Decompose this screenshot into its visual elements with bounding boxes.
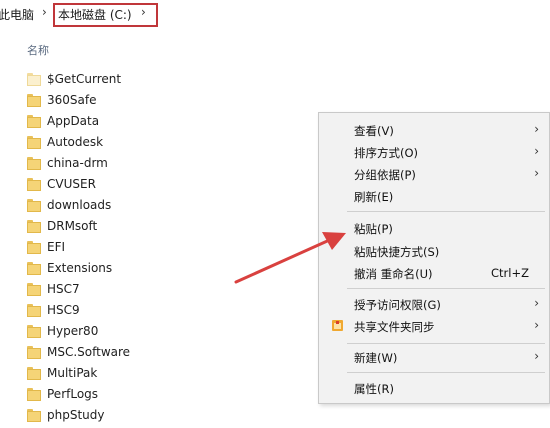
file-name: phpStudy	[47, 408, 105, 422]
file-name: MultiPak	[47, 366, 98, 380]
folder-icon	[27, 304, 41, 317]
file-name: downloads	[47, 198, 112, 212]
column-header-name[interactable]: 名称	[27, 42, 49, 58]
list-item[interactable]: CVUSER	[27, 175, 297, 196]
folder-icon	[27, 136, 41, 149]
sync-folder-icon	[332, 320, 343, 331]
menu-item-label: 查看(V)	[354, 124, 394, 138]
menu-divider	[347, 372, 545, 373]
file-name: $GetCurrent	[47, 72, 122, 86]
context-menu: 查看(V) › 排序方式(O) › 分组依据(P) › 刷新(E) 粘贴(P) …	[318, 112, 550, 404]
menu-item-label: 分组依据(P)	[354, 168, 416, 182]
folder-icon	[27, 367, 41, 380]
file-name: HSC7	[47, 282, 80, 296]
chevron-right-icon: ›	[534, 296, 539, 310]
folder-icon	[27, 220, 41, 233]
folder-icon	[27, 262, 41, 275]
menu-item-label: 刷新(E)	[354, 190, 394, 204]
list-item[interactable]: MultiPak	[27, 364, 297, 385]
breadcrumb-local-disk[interactable]: 本地磁盘 (C:)	[58, 6, 132, 23]
file-name: china-drm	[47, 156, 108, 170]
file-name: Extensions	[47, 261, 113, 275]
file-name: Autodesk	[47, 135, 104, 149]
folder-icon	[27, 346, 41, 359]
folder-icon	[27, 157, 41, 170]
menu-item-label: 属性(R)	[354, 382, 394, 396]
folder-icon	[27, 283, 41, 296]
list-item[interactable]: MSC.Software	[27, 343, 297, 364]
chevron-right-icon: ›	[534, 318, 539, 332]
menu-item-label: 排序方式(O)	[354, 146, 419, 160]
list-item[interactable]: downloads	[27, 196, 297, 217]
menu-item-view[interactable]: 查看(V) ›	[319, 119, 549, 141]
chevron-right-icon: ›	[534, 122, 539, 136]
menu-item-give-access[interactable]: 授予访问权限(G) ›	[319, 293, 549, 315]
list-item[interactable]: EFI	[27, 238, 297, 259]
list-item[interactable]: $GetCurrent	[27, 70, 297, 91]
menu-item-sort-by[interactable]: 排序方式(O) ›	[319, 141, 549, 163]
file-name: CVUSER	[47, 177, 96, 191]
file-name: PerfLogs	[47, 387, 99, 401]
file-name: AppData	[47, 114, 100, 128]
menu-divider	[347, 288, 545, 289]
folder-icon	[27, 199, 41, 212]
menu-item-refresh[interactable]: 刷新(E)	[319, 185, 549, 207]
folder-icon	[27, 409, 41, 422]
list-item[interactable]: 360Safe	[27, 91, 297, 112]
folder-icon	[27, 388, 41, 401]
menu-item-label: 新建(W)	[354, 351, 398, 365]
menu-item-shortcut: Ctrl+Z	[491, 266, 529, 280]
breadcrumb-chevron-icon[interactable]: ›	[141, 5, 146, 19]
file-name: 360Safe	[47, 93, 97, 107]
menu-item-paste-shortcut[interactable]: 粘贴快捷方式(S)	[319, 240, 549, 262]
list-item[interactable]: Hyper80	[27, 322, 297, 343]
list-item[interactable]: DRMsoft	[27, 217, 297, 238]
list-item[interactable]: china-drm	[27, 154, 297, 175]
chevron-right-icon: ›	[534, 349, 539, 363]
menu-item-label: 共享文件夹同步	[354, 320, 435, 334]
file-name: Hyper80	[47, 324, 99, 338]
list-item[interactable]: phpStudy	[27, 406, 297, 427]
menu-item-label: 授予访问权限(G)	[354, 298, 441, 312]
menu-item-label: 粘贴(P)	[354, 222, 393, 236]
menu-item-label: 粘贴快捷方式(S)	[354, 245, 440, 259]
list-item[interactable]: HSC7	[27, 280, 297, 301]
list-item[interactable]: Extensions	[27, 259, 297, 280]
folder-icon	[27, 94, 41, 107]
menu-item-new[interactable]: 新建(W) ›	[319, 346, 549, 368]
folder-icon	[27, 325, 41, 338]
file-name: MSC.Software	[47, 345, 131, 359]
address-bar[interactable]: 此电脑 › 本地磁盘 (C:) ›	[0, 0, 550, 30]
menu-item-sync-shared-folder[interactable]: 共享文件夹同步 ›	[319, 315, 549, 337]
breadcrumb-this-pc[interactable]: 此电脑	[0, 6, 34, 23]
menu-divider	[347, 211, 545, 212]
chevron-right-icon: ›	[534, 144, 539, 158]
chevron-right-icon: ›	[534, 166, 539, 180]
file-name: EFI	[47, 240, 66, 254]
list-item[interactable]: PerfLogs	[27, 385, 297, 406]
folder-icon	[27, 241, 41, 254]
menu-item-properties[interactable]: 属性(R)	[319, 377, 549, 399]
file-name: DRMsoft	[47, 219, 98, 233]
list-item[interactable]: HSC9	[27, 301, 297, 322]
menu-divider	[347, 343, 545, 344]
menu-item-paste[interactable]: 粘贴(P)	[319, 217, 549, 239]
menu-item-label: 撤消 重命名(U)	[354, 267, 433, 281]
file-name: HSC9	[47, 303, 80, 317]
list-item[interactable]: AppData	[27, 112, 297, 133]
folder-icon	[27, 115, 41, 128]
folder-icon	[27, 178, 41, 191]
breadcrumb-separator-icon[interactable]: ›	[42, 5, 47, 19]
menu-item-undo-rename[interactable]: 撤消 重命名(U) Ctrl+Z	[319, 262, 549, 284]
menu-item-group-by[interactable]: 分组依据(P) ›	[319, 163, 549, 185]
folder-icon	[27, 73, 41, 86]
list-item[interactable]: Autodesk	[27, 133, 297, 154]
